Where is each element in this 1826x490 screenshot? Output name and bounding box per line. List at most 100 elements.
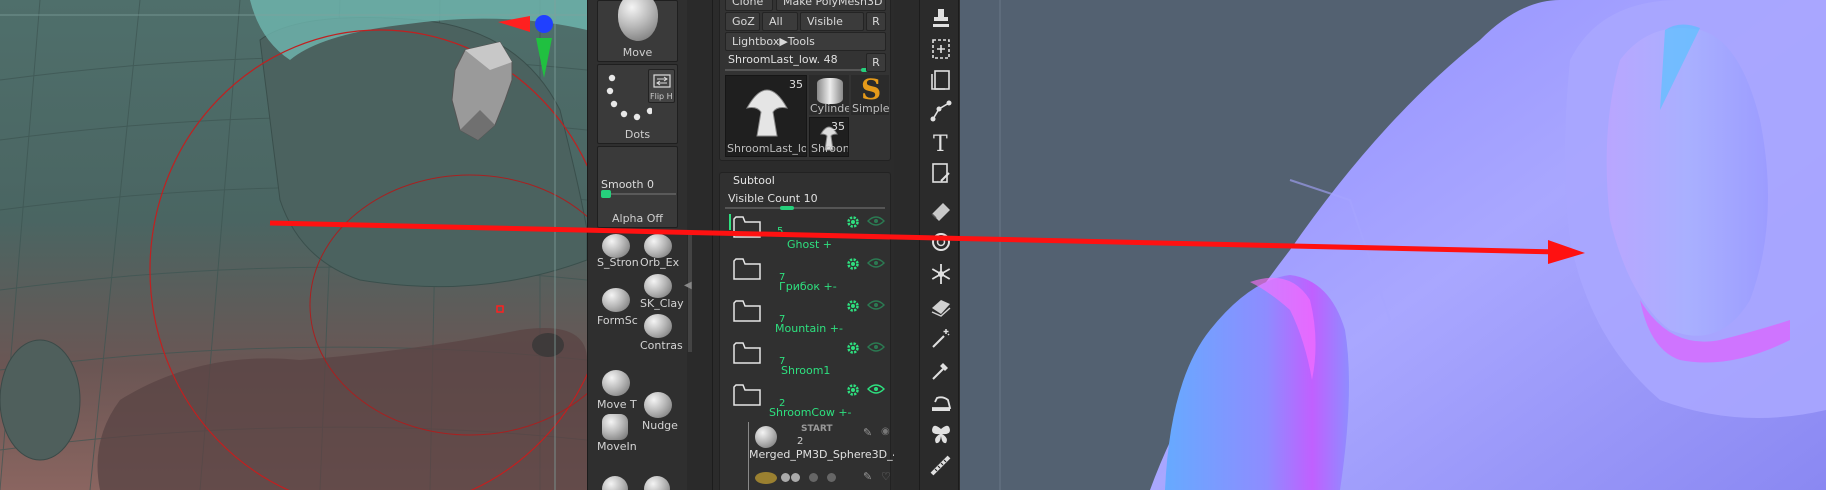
dot-icon-4[interactable]: [827, 473, 836, 482]
folder-name: Ghost +: [787, 238, 832, 251]
eye-icon[interactable]: [867, 256, 885, 270]
subtool-header[interactable]: Subtool: [733, 174, 775, 187]
brush-label-formsc: FormSc: [597, 314, 638, 327]
snowflake-icon[interactable]: [929, 262, 953, 286]
collapse-arrow-icon[interactable]: ◀: [684, 280, 692, 302]
eye-icon[interactable]: [867, 214, 885, 228]
gear-icon[interactable]: [845, 298, 861, 314]
stamp-icon[interactable]: [929, 6, 953, 30]
visible-button[interactable]: Visible: [800, 12, 864, 31]
gear-icon[interactable]: [845, 340, 861, 356]
current-tool-slider[interactable]: ShroomLast_low. 48: [728, 53, 838, 66]
folder-count: 5: [777, 226, 784, 237]
iron-icon[interactable]: [929, 390, 953, 414]
subtool-folder-gribok[interactable]: 7 Грибок +-: [723, 252, 891, 294]
subtool-folder-ghost[interactable]: 5 Ghost +: [723, 210, 891, 252]
gear-icon[interactable]: [845, 214, 861, 230]
merged-subtool-name: Merged_PM3D_Sphere3D_4: [749, 448, 894, 461]
heart-icon[interactable]: ♡: [881, 470, 891, 483]
dots-label: Dots: [624, 128, 651, 141]
visible-count-value: 10: [803, 192, 818, 205]
brush-label-orb-ex: Orb_Ex: [640, 256, 680, 269]
brush-pen-icon[interactable]: ✎: [863, 426, 872, 439]
current-tool-track[interactable]: [725, 68, 873, 72]
brush-icon-s-strong[interactable]: [602, 234, 630, 258]
eye-icon-dim[interactable]: ◉: [881, 426, 890, 437]
gear-icon[interactable]: [845, 256, 861, 272]
brush-label-sk-clay: SK_Clay: [640, 297, 684, 310]
subtool-tools-row: ✎ ♡: [755, 470, 891, 486]
copy-document-icon[interactable]: [929, 68, 953, 92]
subtool-folder-shroom1[interactable]: 7 Shroom1: [723, 336, 891, 378]
pen-icon-2[interactable]: ✎: [863, 470, 872, 483]
dot-icon-1[interactable]: [781, 473, 790, 482]
subtool-folder-shroomcow[interactable]: 2 ShroomCow +-: [723, 378, 891, 420]
ruler-icon[interactable]: [929, 454, 953, 478]
curve-node-icon[interactable]: [929, 99, 953, 123]
dots-stroke-tile[interactable]: Flip H Dots: [597, 64, 678, 144]
move-brush-label: Move: [622, 46, 653, 59]
eraser-icon[interactable]: [929, 198, 953, 222]
tool-palette: Clone Make PolyMesh3D GoZ All Visible R …: [712, 0, 894, 490]
magic-wand-icon[interactable]: [929, 326, 953, 350]
goz-button[interactable]: GoZ: [725, 12, 760, 31]
subtool-thumb-icon: [755, 426, 777, 448]
new-document-icon[interactable]: [929, 37, 953, 61]
text-tool-icon[interactable]: T: [929, 130, 953, 154]
goz-r-button[interactable]: R: [866, 12, 886, 31]
flip-h-label: Flip H: [650, 92, 673, 101]
tool-thumb-shroomlast-count: 35: [789, 78, 803, 91]
smooth-slider[interactable]: [601, 190, 676, 198]
alpha-tile[interactable]: Smooth 0 Alpha Off: [597, 146, 678, 228]
brush-icon-movein[interactable]: [602, 414, 628, 440]
tool-thumb-shroon[interactable]: 35 Shroon: [809, 117, 849, 157]
brush-icon-partial-1[interactable]: [602, 476, 628, 490]
folder-icon: [733, 342, 761, 364]
document-edit-icon[interactable]: [929, 161, 953, 185]
eye-icon[interactable]: [867, 340, 885, 354]
brush-icon-orb-ex[interactable]: [644, 234, 672, 258]
brush-icon-partial-2[interactable]: [644, 476, 670, 490]
visible-count-slider[interactable]: Visible Count 10: [728, 192, 818, 205]
lightbox-tools-button[interactable]: Lightbox▶Tools: [725, 32, 886, 51]
all-button[interactable]: All: [762, 12, 798, 31]
folder-name: Грибок +-: [779, 280, 837, 293]
brush-icon-contras[interactable]: [644, 314, 672, 338]
clone-button[interactable]: Clone: [725, 0, 773, 11]
visible-count-track[interactable]: [725, 206, 885, 210]
subtool-item-merged[interactable]: START 2 Merged_PM3D_Sphere3D_4 ✎ ◉ ✎ ♡: [749, 420, 894, 490]
folder-icon: [733, 216, 761, 238]
tool-thumb-shroomlast[interactable]: 35 ShroomLast_lo: [725, 75, 807, 157]
right-3d-viewport[interactable]: [960, 0, 1826, 490]
tool-thumb-simpleb[interactable]: S SimpleB: [851, 75, 889, 115]
butterfly-icon[interactable]: [929, 422, 953, 446]
eye-icon[interactable]: [867, 382, 885, 396]
ring-icon[interactable]: [929, 230, 953, 254]
dropper-icon[interactable]: [929, 358, 953, 382]
left-3d-viewport[interactable]: [0, 0, 587, 490]
brush-icon-move-t[interactable]: [602, 370, 630, 396]
subtool-folder-mountain[interactable]: 7 Mountain +-: [723, 294, 891, 336]
cylinder-icon: [817, 78, 843, 104]
shroom-thumb-icon: [746, 89, 788, 137]
current-tool-value: 48: [823, 53, 838, 66]
brush-label-nudge: Nudge: [642, 419, 678, 432]
make-polymesh-button[interactable]: Make PolyMesh3D: [776, 0, 886, 11]
dot-icon-3[interactable]: [809, 473, 818, 482]
dot-icon-2[interactable]: [791, 473, 800, 482]
gear-icon[interactable]: [845, 382, 861, 398]
move-brush-tile[interactable]: Move: [597, 0, 678, 62]
tool-thumb-cylinder[interactable]: Cylinde: [809, 75, 849, 115]
folder-name: Shroom1: [781, 364, 831, 377]
layers-icon[interactable]: [929, 294, 953, 318]
brush-icon-nudge[interactable]: [644, 392, 672, 418]
flip-h-button[interactable]: Flip H: [648, 69, 675, 103]
alpha-off-label: Alpha Off: [611, 212, 663, 225]
eye-icon[interactable]: [867, 298, 885, 312]
tool-thumb-shroon-count: 35: [831, 120, 845, 133]
tool-r-button[interactable]: R: [866, 53, 886, 72]
folder-icon: [733, 384, 761, 406]
brush-icon-formsc[interactable]: [602, 288, 630, 312]
brush-icon-sk-clay[interactable]: [644, 274, 672, 298]
brush-label-s-strong: S_Stron: [597, 256, 639, 269]
